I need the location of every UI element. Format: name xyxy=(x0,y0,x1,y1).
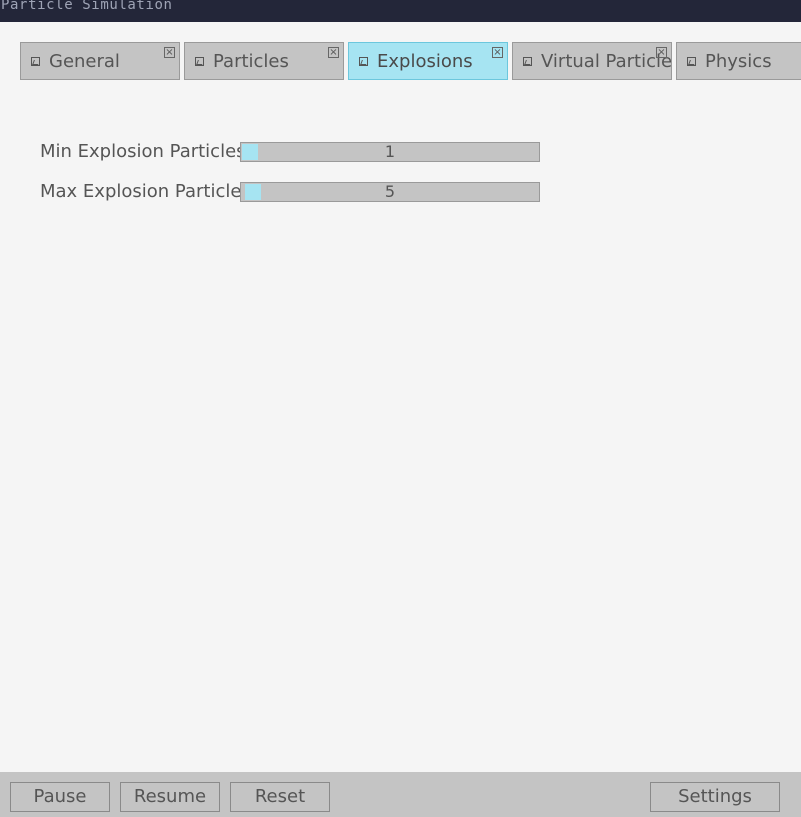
image-icon xyxy=(195,57,204,66)
min-explosion-value: 1 xyxy=(384,142,396,161)
tab-label: Virtual Particles xyxy=(541,51,672,72)
resume-button[interactable]: Resume xyxy=(120,782,220,812)
tab-explosions[interactable]: Explosions × xyxy=(348,42,508,80)
bottom-toolbar: Pause Resume Reset Settings xyxy=(0,772,801,817)
max-explosion-value: 5 xyxy=(384,182,396,201)
tab-virtual-particles[interactable]: Virtual Particles × xyxy=(512,42,672,80)
min-explosion-slider[interactable]: 1 xyxy=(240,142,540,162)
window-title: Particle Simulation xyxy=(1,0,173,13)
settings-button[interactable]: Settings xyxy=(650,782,780,812)
close-icon[interactable]: × xyxy=(656,47,667,58)
image-icon xyxy=(523,57,532,66)
tab-label: General xyxy=(49,51,120,72)
tab-label: Explosions xyxy=(377,51,473,72)
close-icon[interactable]: × xyxy=(164,47,175,58)
min-explosion-label: Min Explosion Particles xyxy=(40,142,240,162)
max-explosion-slider[interactable]: 5 xyxy=(240,182,540,202)
tab-label: Physics xyxy=(705,51,772,72)
pause-button[interactable]: Pause xyxy=(10,782,110,812)
title-bar: Particle Simulation xyxy=(0,0,801,22)
image-icon xyxy=(359,57,368,66)
reset-button[interactable]: Reset xyxy=(230,782,330,812)
close-icon[interactable]: × xyxy=(492,47,503,58)
image-icon xyxy=(31,57,40,66)
tab-label: Particles xyxy=(213,51,289,72)
tab-particles[interactable]: Particles × xyxy=(184,42,344,80)
tab-general[interactable]: General × xyxy=(20,42,180,80)
close-icon[interactable]: × xyxy=(328,47,339,58)
max-explosion-label: Max Explosion Particles xyxy=(40,182,240,202)
tab-bar: General × Particles × Explosions × Virtu… xyxy=(0,42,801,82)
image-icon xyxy=(687,57,696,66)
tab-physics[interactable]: Physics xyxy=(676,42,801,80)
